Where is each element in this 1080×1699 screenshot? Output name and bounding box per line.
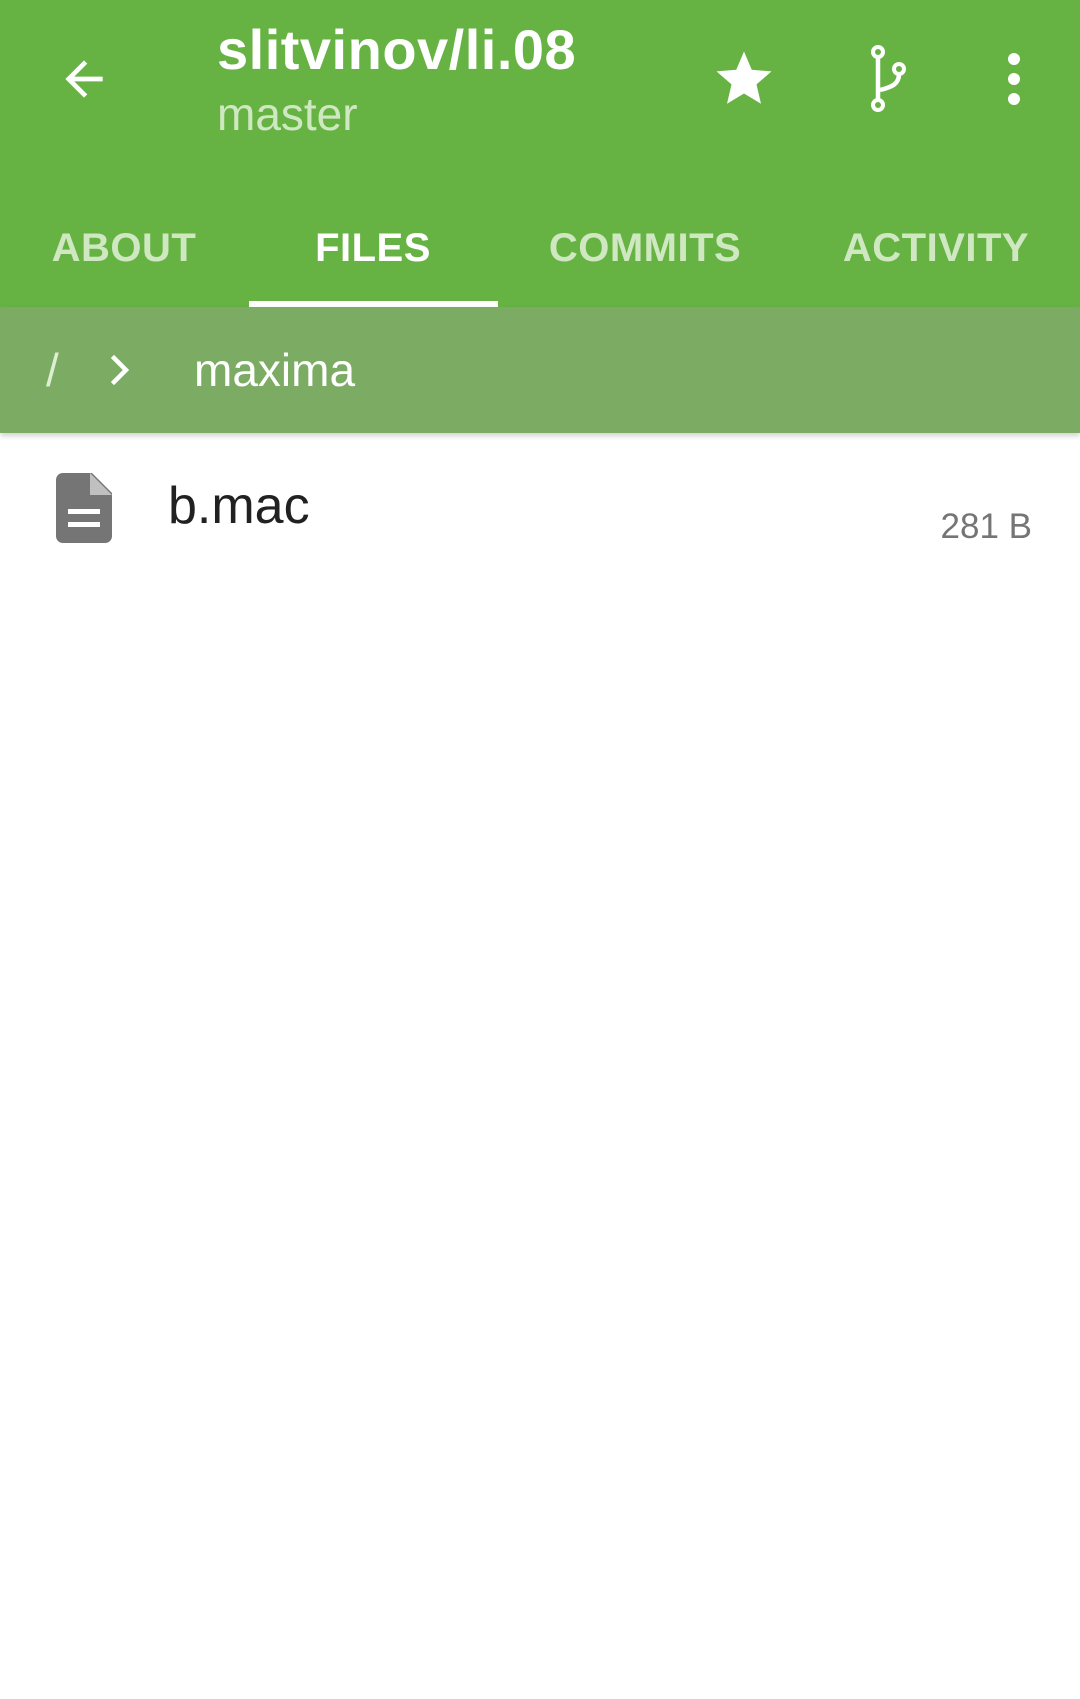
tab-about[interactable]: ABOUT bbox=[0, 190, 248, 307]
file-name: b.mac bbox=[168, 477, 310, 535]
tab-bar: ABOUT FILES COMMITS ACTIVITY bbox=[0, 190, 1080, 307]
star-button[interactable] bbox=[699, 34, 789, 124]
tab-commits[interactable]: COMMITS bbox=[498, 190, 792, 307]
back-button[interactable] bbox=[44, 34, 124, 124]
branch-subtitle: master bbox=[217, 88, 358, 140]
file-row[interactable]: b.mac 281 B bbox=[0, 433, 1080, 573]
branch-icon bbox=[871, 45, 906, 112]
more-vert-icon bbox=[1008, 53, 1020, 105]
branch-button[interactable] bbox=[843, 34, 933, 124]
file-icon bbox=[56, 473, 112, 543]
tab-activity[interactable]: ACTIVITY bbox=[792, 190, 1080, 307]
file-size: 281 B bbox=[940, 507, 1032, 546]
title-block: slitvinov/li.08 master bbox=[217, 18, 576, 144]
breadcrumb: / maxima bbox=[0, 307, 1080, 433]
file-list: b.mac 281 B bbox=[0, 433, 1080, 573]
app-bar: slitvinov/li.08 master ABOUT FILES COMMI… bbox=[0, 0, 1080, 307]
breadcrumb-current[interactable]: maxima bbox=[194, 337, 355, 403]
tab-files[interactable]: FILES bbox=[248, 190, 498, 307]
repo-title: slitvinov/li.08 bbox=[217, 18, 577, 81]
more-options-button[interactable] bbox=[969, 34, 1059, 124]
star-icon bbox=[716, 51, 772, 104]
chevron-right-icon bbox=[100, 341, 140, 399]
arrow-left-icon bbox=[65, 60, 103, 98]
breadcrumb-root[interactable]: / bbox=[46, 337, 59, 403]
